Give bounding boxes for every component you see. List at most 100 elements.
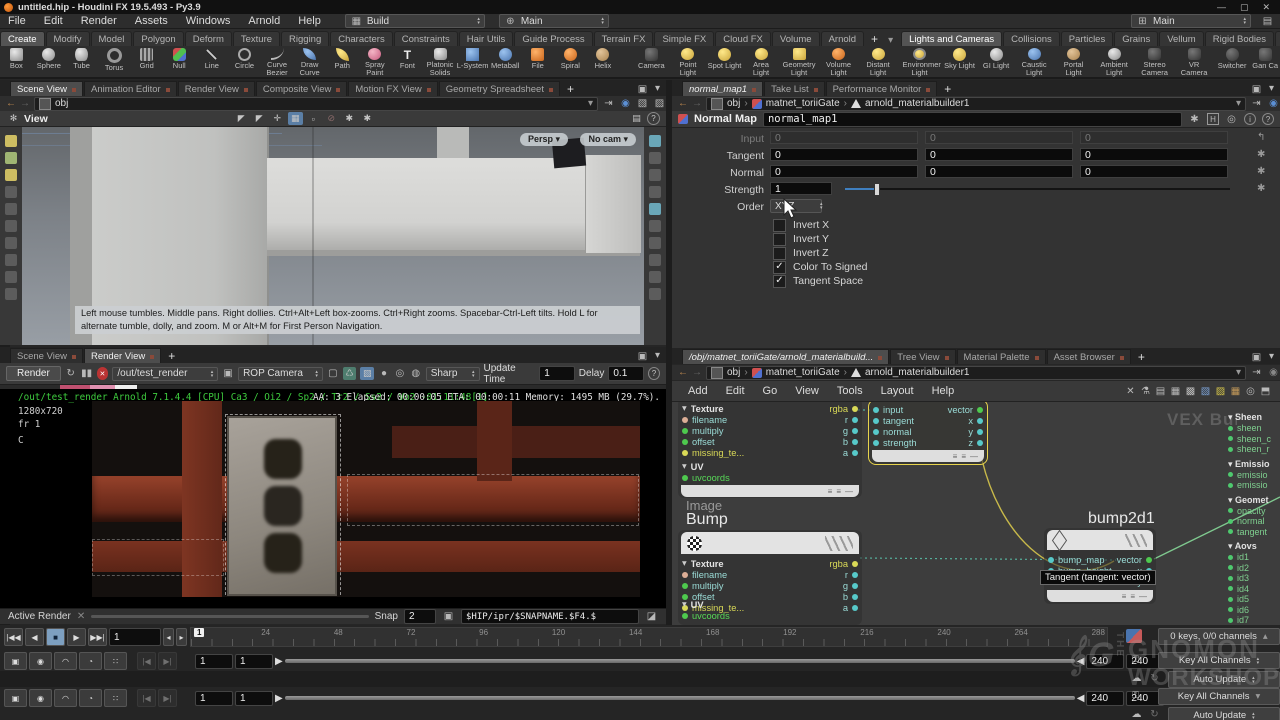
refresh-update-icon[interactable]: ↻ (1148, 672, 1161, 685)
shelf-tool-point-light[interactable]: Point Light (670, 46, 707, 77)
shelf-tab-texture[interactable]: Texture (233, 31, 280, 46)
snapshot-cube-icon[interactable]: ▧ (636, 97, 649, 110)
network-canvas[interactable]: VEX Build ▾Texturergba filenamer multipl… (672, 402, 1280, 625)
shelf-tool-path[interactable]: Path (326, 46, 359, 77)
net-menu-edit[interactable]: Edit (718, 385, 753, 397)
snap-gear-icon[interactable]: ✱ (342, 112, 357, 125)
select-disabled-icon[interactable]: ⊘ (324, 112, 339, 125)
paint-tool-icon[interactable] (5, 135, 17, 147)
playback-speed-icon[interactable]: ◔ (79, 652, 102, 670)
stop-render-icon[interactable]: ✕ (97, 367, 109, 380)
range-end-field-2[interactable]: 240 (1086, 691, 1124, 706)
shelf-tool-portal-light[interactable]: Portal Light (1054, 46, 1094, 77)
params-link-icon[interactable]: ◉ (1267, 97, 1280, 110)
playback-range-slider-2[interactable] (285, 696, 1075, 700)
snapshot-gallery-icon[interactable]: ▧ (1199, 385, 1212, 398)
shelf-tool-area-light[interactable]: Area Light (743, 46, 780, 77)
notes-icon[interactable]: ▨ (1214, 385, 1227, 398)
pause-icon[interactable]: ▮▮ (81, 367, 93, 380)
shelf-tool-vr-camera[interactable]: VR Camera (1174, 46, 1214, 77)
shelf-tab-create[interactable]: Create (0, 31, 45, 46)
params-pin-icon[interactable]: ⇥ (1250, 97, 1263, 110)
shelf-tab-model[interactable]: Model (91, 31, 133, 46)
minimize-button[interactable]: — (1217, 2, 1226, 13)
shelf-tool-font[interactable]: TFont (391, 46, 424, 77)
desktop-combo[interactable]: ⊞ Main ▴ ▾ (1131, 14, 1251, 28)
net-menu-layout[interactable]: Layout (873, 385, 922, 397)
keys-summary-box[interactable]: 0 keys, 0/0 channels▴ (1158, 628, 1280, 645)
strength-slider-track[interactable] (845, 188, 1230, 190)
display-points-icon[interactable] (649, 220, 661, 232)
bump-node-header[interactable] (681, 532, 859, 554)
params-forward-icon[interactable]: → (692, 98, 702, 109)
strength-port[interactable] (873, 440, 879, 446)
add-shelf-tab-button[interactable]: + (865, 32, 884, 46)
back-icon[interactable]: ← (6, 98, 16, 109)
tangent-y-field[interactable]: 0 (925, 148, 1073, 161)
move-tool-icon[interactable]: ✛ (270, 112, 285, 125)
render-button[interactable]: Render (6, 366, 61, 381)
params-back-icon[interactable]: ← (678, 98, 688, 109)
menu-assets[interactable]: Assets (127, 15, 176, 27)
shelf-tab-hair-utils[interactable]: Hair Utils (459, 31, 514, 46)
normal-z-field[interactable]: 0 (1080, 165, 1228, 178)
shelf-tool-helix[interactable]: Helix (587, 46, 620, 77)
tangent-x-field[interactable]: 0 (770, 148, 918, 161)
shelf-tab-deform[interactable]: Deform (185, 31, 232, 46)
shelf-tool-environment-light[interactable]: Environment Light (898, 46, 941, 77)
tab-take-list[interactable]: Take List (764, 81, 825, 96)
viewport-3d-scene[interactable]: Persp ▾ No cam ▾ Left mouse tumbles. Mid… (22, 127, 644, 345)
rotate-icon[interactable] (5, 220, 17, 232)
grid-view-icon[interactable]: ▦ (1169, 385, 1182, 398)
preset-icon[interactable]: H (1207, 113, 1219, 125)
params-help-icon[interactable]: ? (1262, 113, 1274, 125)
desktop-layout-combo[interactable]: ▦ Build ▴ ▾ (345, 14, 485, 28)
net-link-icon[interactable]: ◉ (1267, 366, 1280, 379)
order-combo[interactable]: XYZ (770, 199, 822, 213)
shelf-tab-modify[interactable]: Modify (46, 31, 90, 46)
shelf-tool-file[interactable]: File (522, 46, 555, 77)
select-objects-icon[interactable]: ◤ (252, 112, 267, 125)
close-button[interactable]: ✕ (1262, 2, 1270, 13)
snapshot-cube2-icon[interactable]: ▨ (653, 97, 666, 110)
auto-update-combo-1[interactable]: Auto Update▴ ▾ (1168, 671, 1280, 688)
shelf-tool-line[interactable]: Line (196, 46, 229, 77)
normal-map-node-footer[interactable]: ≡≡— (872, 450, 984, 462)
search-icon[interactable]: ◎ (1225, 113, 1238, 126)
jump-end-button[interactable]: ▶▶| (88, 628, 107, 646)
shelf-tool-ambient-light[interactable]: Ambient Light (1093, 46, 1134, 77)
gear-icon[interactable]: ✱ (1188, 113, 1201, 126)
current-frame-field[interactable]: 1 (109, 628, 161, 646)
tab-performance-monitor[interactable]: Performance Monitor (826, 81, 938, 96)
playhead[interactable]: 1 (193, 627, 205, 638)
shelf-tool-torus[interactable]: Torus (98, 46, 131, 77)
tick-settings-icon-2[interactable]: ∷ (104, 689, 127, 707)
tab-scene-view-2[interactable]: Scene View (10, 348, 83, 363)
view-menu-icon[interactable]: ✻ (6, 112, 21, 125)
net-path-dropdown-icon[interactable]: ▾ (1236, 367, 1241, 378)
box-select-icon[interactable]: ▦ (288, 112, 303, 125)
shelf-tool-geometry-light[interactable]: Geometry Light (779, 46, 819, 77)
menu-file[interactable]: File (0, 15, 34, 27)
bump2d-vector-out-port[interactable] (1146, 557, 1152, 563)
tangent-menu-icon[interactable]: ✱ (1257, 149, 1265, 160)
strength-menu-icon[interactable]: ✱ (1257, 183, 1265, 194)
snap-edge-icon[interactable] (649, 169, 661, 181)
view-tool-icon[interactable] (5, 288, 17, 300)
add-pane-tab-button[interactable]: + (561, 82, 580, 96)
shelf-tab-arnold[interactable]: Arnold (821, 31, 864, 46)
shelf-tab-collisions[interactable]: Collisions (1003, 31, 1060, 46)
loop-mode-icon[interactable]: ◠ (54, 652, 77, 670)
scoped-channels-icon[interactable] (1126, 629, 1142, 643)
shelf-tab-simple-fx[interactable]: Simple FX (654, 31, 714, 46)
auto-render-toggle-icon[interactable]: ♺ (343, 367, 357, 380)
bump2d1-footer[interactable]: ≡≡— (1047, 590, 1153, 602)
filename-port[interactable] (682, 417, 688, 423)
shelf-tab-grains[interactable]: Grains (1114, 31, 1158, 46)
add-pane-tab-button-2[interactable]: + (162, 349, 181, 363)
environment-icon[interactable]: ◍ (410, 367, 422, 380)
aovs-section[interactable]: ▾ Aovs (1228, 541, 1280, 552)
bump-uvcoords-port[interactable] (682, 613, 688, 619)
key-icon[interactable]: ⚿ (1128, 653, 1143, 666)
playback-speed-icon-2[interactable]: ◔ (79, 689, 102, 707)
